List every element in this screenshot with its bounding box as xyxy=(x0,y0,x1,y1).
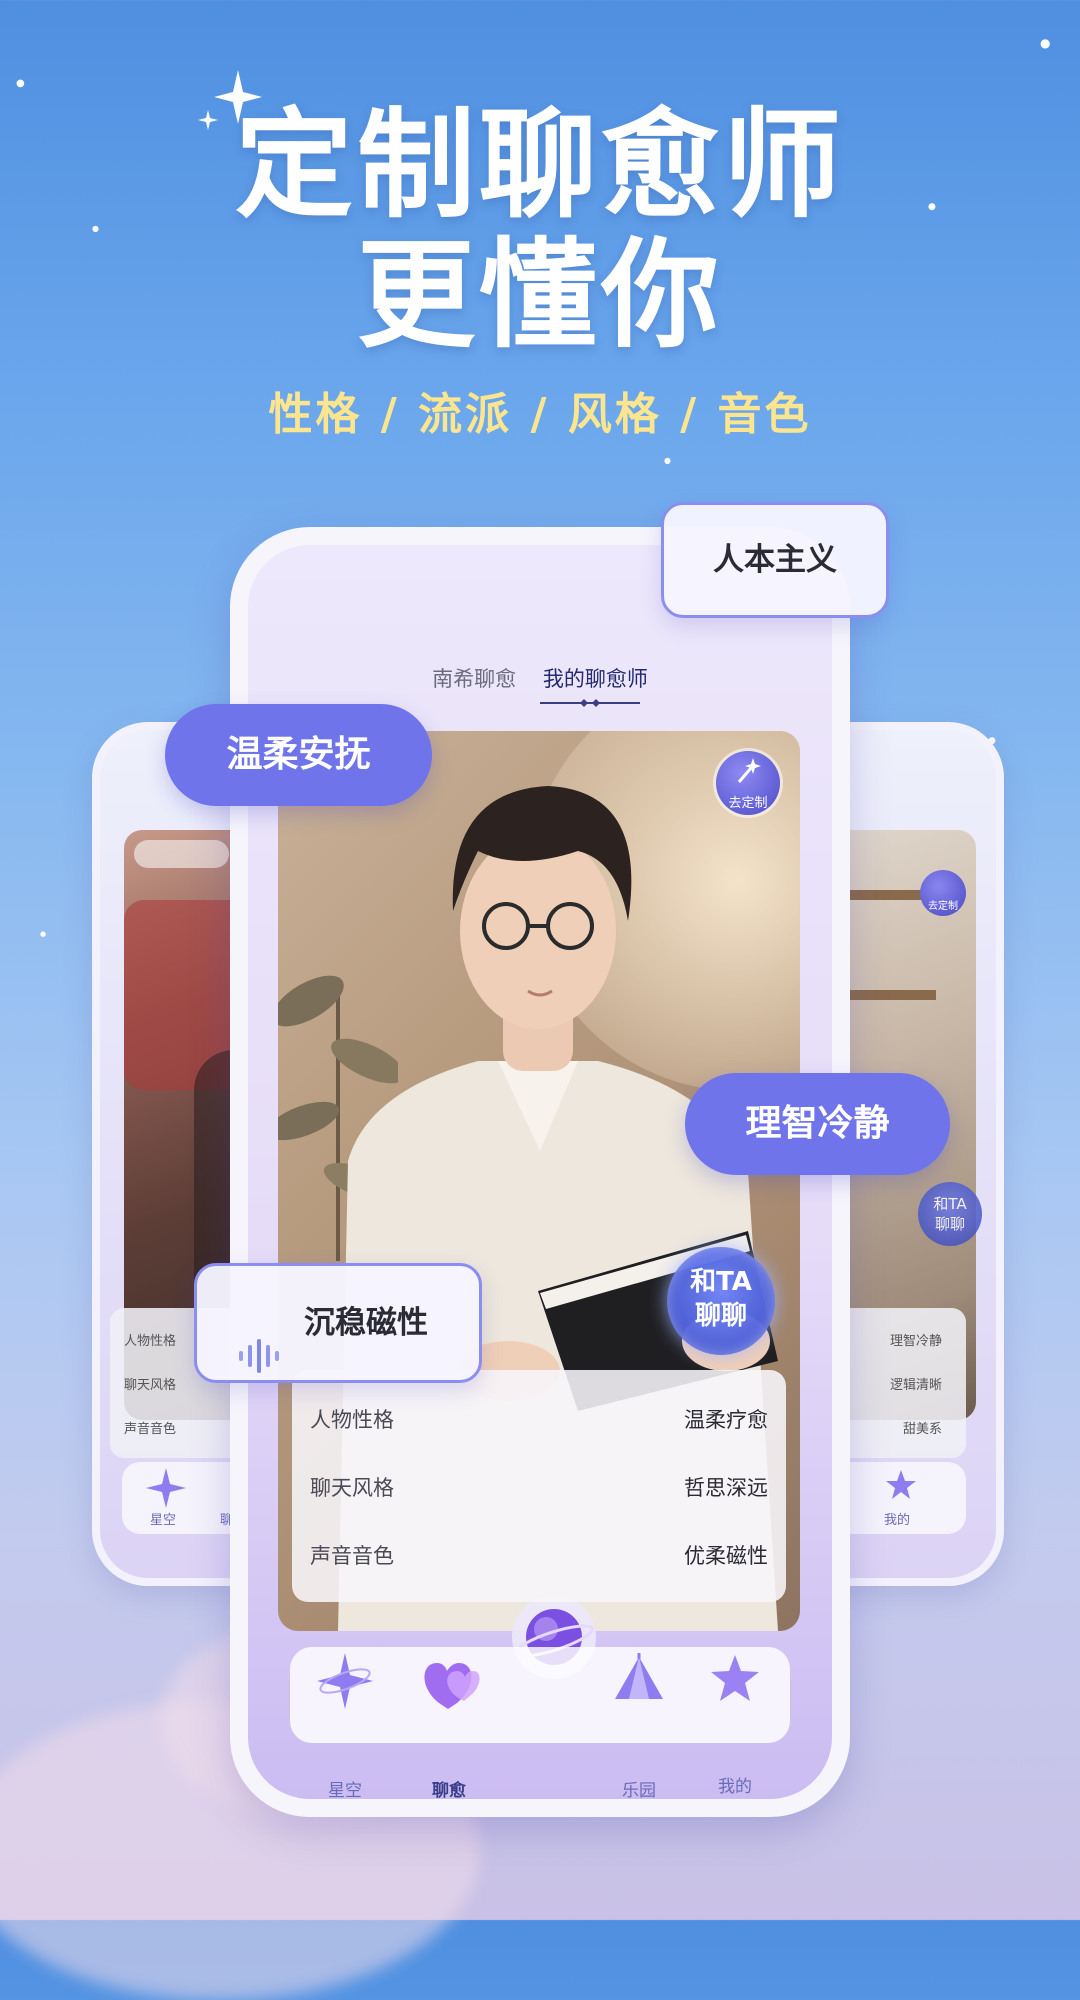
bottom-nav: 星空 聊愈 乐园 我的 xyxy=(290,1647,790,1801)
nav-label: 聊愈 xyxy=(432,1781,466,1801)
left-nav-label[interactable]: 星空 xyxy=(150,1509,176,1528)
right-profile-value: 理智冷静 xyxy=(889,1334,942,1349)
tag-humanism-label: 人本主义 xyxy=(713,542,837,578)
nav-label: 星空 xyxy=(328,1781,362,1801)
profile-row: 聊天风格 哲思深远 xyxy=(310,1472,768,1512)
sparkle-star-icon xyxy=(144,1466,188,1514)
profile-row: 声音音色 优柔磁性 xyxy=(310,1540,768,1580)
nav-item-park[interactable]: 乐园 xyxy=(594,1651,684,1801)
star-dot-icon: ● xyxy=(40,930,47,938)
right-chat-line1: 和TA xyxy=(933,1195,967,1213)
profile-value: 优柔磁性 xyxy=(684,1544,768,1568)
nav-label: 乐园 xyxy=(622,1781,656,1801)
star-dot-icon: ● xyxy=(664,456,671,465)
tag-rational-label: 理智冷静 xyxy=(745,1103,890,1144)
left-profile-key: 聊天风格 xyxy=(124,1378,177,1393)
sound-wave-icon xyxy=(237,1306,283,1420)
left-profile-key: 人物性格 xyxy=(124,1334,177,1349)
nav-item-healing[interactable]: 聊愈 xyxy=(404,1651,494,1801)
right-chat-line2: 聊聊 xyxy=(934,1215,965,1233)
tag-voice-label: 沉稳磁性 xyxy=(304,1305,428,1341)
sparkle-star-icon xyxy=(315,1653,375,1715)
subtitle: 性格 / 流派 / 风格 / 音色 xyxy=(268,389,812,440)
custom-button[interactable]: 去定制 xyxy=(716,751,780,815)
profile-key: 声音音色 xyxy=(310,1544,394,1568)
tag-voice: 沉稳磁性 xyxy=(194,1263,482,1383)
headline-line-1: 定制聊愈师 xyxy=(234,96,845,234)
star-dot-icon: ● xyxy=(16,78,25,89)
tab-my-therapist[interactable]: 我的聊愈师 xyxy=(543,663,648,693)
star-icon xyxy=(707,1655,763,1711)
custom-button-label: 去定制 xyxy=(728,795,768,811)
right-nav-label[interactable]: 我的 xyxy=(884,1509,910,1528)
hearts-icon xyxy=(417,1663,481,1715)
right-chat-button[interactable]: 和TA 聊聊 xyxy=(918,1182,982,1246)
tab-active-indicator xyxy=(540,699,640,707)
chat-button[interactable]: 和TA 聊聊 xyxy=(667,1247,775,1355)
tag-gentle: 温柔安抚 xyxy=(165,704,432,806)
nav-item-mine[interactable]: 我的 xyxy=(690,1651,780,1797)
star-icon xyxy=(884,1468,918,1506)
chat-button-line2: 聊聊 xyxy=(694,1301,747,1331)
tag-rational: 理智冷静 xyxy=(685,1073,950,1175)
headline-line-2: 更懂你 xyxy=(356,226,723,364)
profile-card: 人物性格 温柔疗愈 聊天风格 哲思深远 声音音色 优柔磁性 xyxy=(292,1370,786,1602)
chat-button-line1: 和TA xyxy=(690,1267,752,1297)
profile-value: 温柔疗愈 xyxy=(684,1408,768,1432)
tent-icon xyxy=(609,1653,669,1715)
right-custom-button[interactable]: 去定制 xyxy=(920,870,966,916)
star-dot-icon: ● xyxy=(1040,36,1051,50)
nav-label: 我的 xyxy=(718,1777,752,1797)
right-profile-value: 逻辑清晰 xyxy=(889,1378,942,1393)
magic-wand-icon xyxy=(733,756,763,790)
tab-nanxi[interactable]: 南希聊愈 xyxy=(432,663,516,693)
phone-tab-bar: 南希聊愈 我的聊愈师 xyxy=(248,663,832,693)
nav-item-starry-sky[interactable]: 星空 xyxy=(300,1651,390,1801)
profile-row: 人物性格 温柔疗愈 xyxy=(310,1404,768,1444)
tag-humanism: 人本主义 xyxy=(661,502,889,618)
profile-key: 聊天风格 xyxy=(310,1476,394,1500)
tag-gentle-label: 温柔安抚 xyxy=(226,734,371,775)
right-profile-value: 甜美系 xyxy=(902,1422,942,1437)
profile-value: 哲思深远 xyxy=(684,1476,768,1500)
left-profile-key: 声音音色 xyxy=(124,1422,177,1437)
left-phone-toolbar xyxy=(134,840,229,868)
profile-key: 人物性格 xyxy=(310,1408,394,1432)
